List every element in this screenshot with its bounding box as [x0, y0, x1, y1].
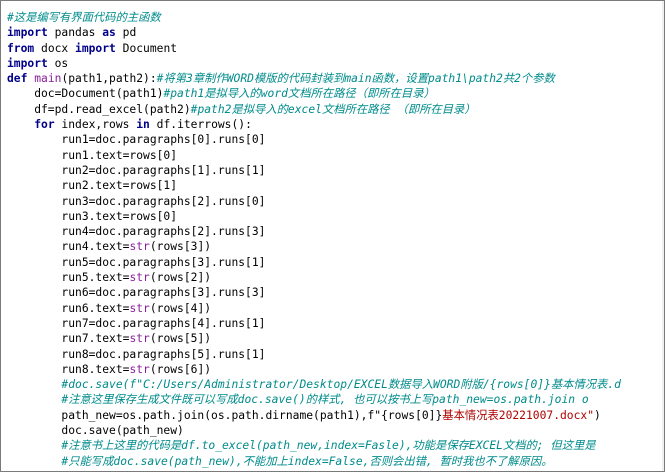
code-line[interactable]: doc.save(path_new)	[7, 423, 664, 438]
code-token: run5=doc.paragraphs[3].runs[1]	[7, 255, 266, 269]
code-token: #将第3章制作WORD模版的代码封装到main函数，设置path1\path2共…	[156, 72, 555, 86]
code-token: doc=Document(path1)	[7, 87, 164, 101]
code-line[interactable]: run8=doc.paragraphs[5].runs[1]	[7, 347, 664, 362]
code-token: #这是编写有界面代码的主函数	[7, 11, 161, 24]
code-token: #注意书上这里的代码是df.to_excel(path_new,index=Fa…	[7, 439, 596, 453]
code-token: run3.text=rows[0]	[7, 209, 178, 223]
code-line[interactable]: run3=doc.paragraphs[2].runs[0]	[7, 194, 664, 209]
code-token: import	[75, 41, 116, 55]
code-token: run2=doc.paragraphs[1].runs[1]	[7, 163, 266, 177]
code-token: def	[7, 72, 28, 86]
code-line[interactable]: run4=doc.paragraphs[2].runs[3]	[7, 224, 664, 239]
code-token: docx	[34, 41, 76, 55]
code-line[interactable]: import os	[7, 56, 664, 71]
code-token: (path1,path2):	[61, 72, 157, 86]
code-token: (rows[5])	[149, 332, 212, 346]
code-line[interactable]: def main(path1,path2):#将第3章制作WORD模版的代码封装…	[7, 71, 664, 86]
code-line[interactable]: run1.text=rows[0]	[7, 148, 664, 163]
code-token: pd	[115, 26, 137, 40]
code-token: df=pd.read_excel(path2)	[7, 102, 191, 116]
code-line[interactable]: df=pd.read_excel(path2)#path2是拟导入的excel文…	[7, 102, 664, 117]
code-token: {rows[0]}	[381, 408, 443, 422]
code-line[interactable]: run7.text=str(rows[5])	[7, 331, 664, 346]
code-token: #path1是拟导入的word文档所在路径（即所在目录）	[163, 87, 435, 101]
code-token: for	[34, 118, 55, 132]
code-token: run8.text=	[7, 362, 130, 376]
code-line[interactable]: #注意这里保存生成文件既可以写成doc.save()的样式, 也可以按书上写pa…	[7, 392, 664, 407]
code-line[interactable]: run4.text=str(rows[3])	[7, 239, 664, 254]
code-token: #只能写成doc.save(path_new),不能加上index=False,…	[7, 454, 553, 468]
code-line[interactable]: run7=doc.paragraphs[4].runs[1]	[7, 316, 664, 331]
code-token: run2.text=rows[1]	[7, 179, 178, 193]
code-token: run6=doc.paragraphs[3].runs[3]	[7, 286, 266, 300]
code-token: #doc.save(f"C:/Users/Administrator/Deskt…	[7, 378, 621, 392]
code-token: run8=doc.paragraphs[5].runs[1]	[7, 347, 266, 361]
code-token: str	[129, 301, 150, 315]
code-token: str	[129, 240, 150, 254]
code-line[interactable]: run3.text=rows[0]	[7, 209, 664, 224]
code-token: )	[594, 408, 601, 422]
code-token: (rows[6])	[149, 362, 212, 376]
code-token: 基本情况表20221007.docx"	[442, 408, 594, 422]
code-token: path_new=os.path.join(os.path.dirname(pa…	[7, 408, 382, 422]
code-line[interactable]: run8.text=str(rows[6])	[7, 362, 664, 377]
code-token: run4.text=	[7, 240, 130, 254]
code-token: run5.text=	[7, 271, 130, 285]
code-line[interactable]: path_new=os.path.join(os.path.dirname(pa…	[7, 408, 664, 423]
code-token: (rows[3])	[149, 240, 212, 254]
code-token: run1=doc.paragraphs[0].runs[0]	[7, 133, 266, 147]
code-token: str	[129, 271, 150, 285]
code-line[interactable]: #这是编写有界面代码的主函数	[7, 10, 664, 25]
code-line[interactable]: for index,rows in df.iterrows():	[7, 117, 664, 132]
code-token: (rows[4])	[149, 301, 212, 315]
code-token: pandas	[47, 26, 103, 40]
code-token: (rows[2])	[149, 271, 212, 285]
code-token: str	[129, 332, 150, 346]
code-line[interactable]: import pandas as pd	[7, 25, 664, 40]
code-token: run6.text=	[7, 301, 130, 315]
code-editor[interactable]: #这是编写有界面代码的主函数 import pandas as pd from do…	[0, 0, 665, 472]
code-line[interactable]: run6=doc.paragraphs[3].runs[3]	[7, 285, 664, 300]
code-token: run4=doc.paragraphs[2].runs[3]	[7, 225, 266, 239]
code-line[interactable]: run6.text=str(rows[4])	[7, 301, 664, 316]
code-line[interactable]: #只能写成doc.save(path_new),不能加上index=False,…	[7, 454, 664, 469]
code-token: import	[7, 26, 48, 40]
code-token: os	[47, 56, 69, 70]
code-token: run3=doc.paragraphs[2].runs[0]	[7, 194, 266, 208]
code-line[interactable]: run2.text=rows[1]	[7, 178, 664, 193]
code-token: run7=doc.paragraphs[4].runs[1]	[7, 316, 266, 330]
code-token: doc.save(path_new)	[7, 424, 184, 438]
code-token: #注意这里保存生成文件既可以写成doc.save()的样式, 也可以按书上写pa…	[7, 393, 589, 407]
code-token: in	[136, 118, 150, 132]
code-token: Document	[115, 41, 178, 55]
code-line[interactable]: doc=Document(path1)#path1是拟导入的word文档所在路径…	[7, 86, 664, 101]
code-token: run1.text=rows[0]	[7, 148, 178, 162]
code-token: main	[34, 72, 62, 86]
code-line[interactable]: #注意书上这里的代码是df.to_excel(path_new,index=Fa…	[7, 438, 664, 453]
code-token: import	[7, 56, 48, 70]
code-line[interactable]: from docx import Document	[7, 41, 664, 56]
code-token: from	[7, 41, 35, 55]
code-line[interactable]: run1=doc.paragraphs[0].runs[0]	[7, 132, 664, 147]
code-token: run7.text=	[7, 332, 130, 346]
code-line[interactable]: run5=doc.paragraphs[3].runs[1]	[7, 255, 664, 270]
code-token: df.iterrows():	[149, 118, 252, 132]
code-area[interactable]: #这是编写有界面代码的主函数 import pandas as pd from do…	[7, 10, 664, 469]
code-token: as	[102, 26, 116, 40]
code-token: index,rows	[54, 118, 137, 132]
code-token: #path2是拟导入的excel文档所在路径 （即所在目录）	[190, 102, 476, 116]
editor-right-edge	[662, 1, 664, 471]
code-line[interactable]: run2=doc.paragraphs[1].runs[1]	[7, 163, 664, 178]
code-line[interactable]: #doc.save(f"C:/Users/Administrator/Deskt…	[7, 377, 664, 392]
code-token: str	[129, 362, 150, 376]
code-line[interactable]: run5.text=str(rows[2])	[7, 270, 664, 285]
